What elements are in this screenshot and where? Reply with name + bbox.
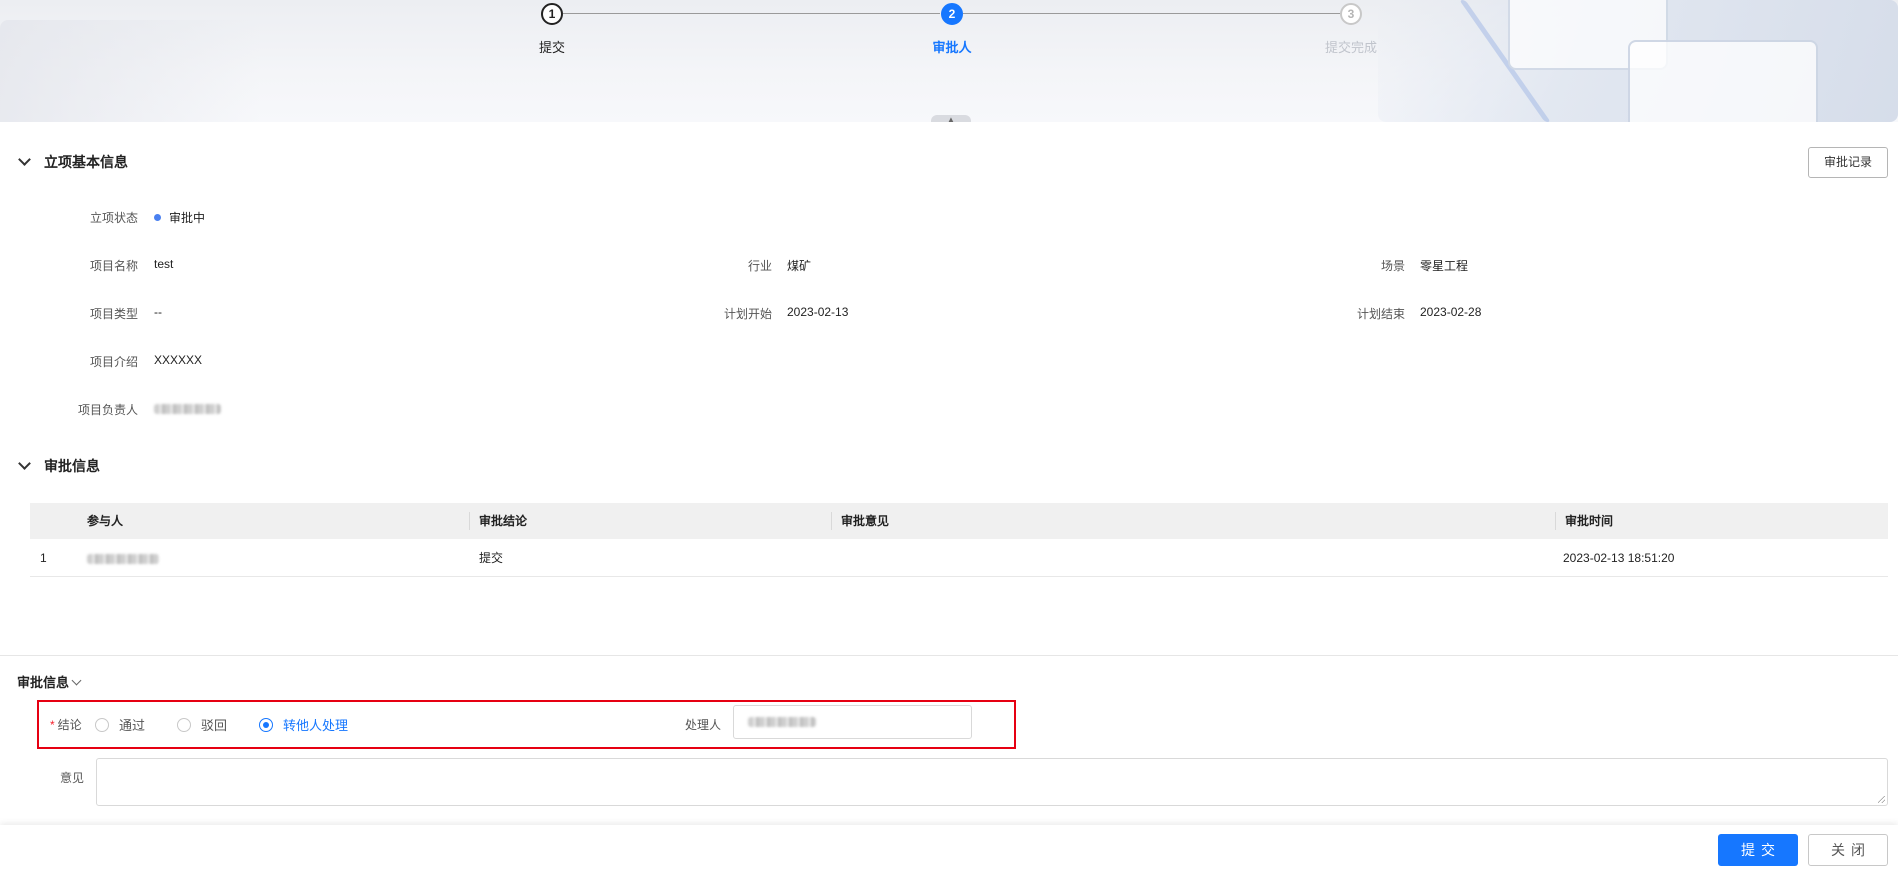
- footer-bar: [0, 825, 1898, 870]
- project-intro-label: 项目介绍: [89, 355, 138, 369]
- redacted-name: [87, 553, 159, 564]
- column-header-text: 审批意见: [841, 514, 890, 528]
- section-divider: [0, 655, 1898, 656]
- row-opinion: [831, 539, 1555, 576]
- industry-label: 行业: [747, 259, 772, 273]
- status-label: 立项状态: [89, 211, 138, 225]
- column-separator: [1555, 512, 1556, 530]
- row-participant: [87, 539, 469, 576]
- form-title: 审批信息: [17, 675, 70, 690]
- plan-end-value: 2023-02-28: [1420, 305, 1482, 319]
- step-1-indicator: 1: [541, 3, 563, 25]
- radio-transfer[interactable]: 转他人处理: [259, 715, 348, 734]
- step-2-indicator: 2: [941, 3, 963, 25]
- project-name-label: 项目名称: [89, 259, 138, 273]
- radio-reject[interactable]: 驳回: [177, 715, 227, 734]
- index-column-header: [30, 503, 87, 539]
- column-header-text: 审批时间: [1565, 514, 1614, 528]
- radio-circle[interactable]: [95, 717, 109, 732]
- required-asterisk: *: [50, 718, 55, 732]
- approval-info-section-header[interactable]: 审批信息: [17, 456, 100, 476]
- opinion-label: 意见: [60, 771, 85, 785]
- column-header-text: 审批结论: [479, 514, 528, 528]
- scene-label: 场景: [1380, 259, 1405, 273]
- project-intro-value: XXXXXX: [154, 353, 203, 367]
- table-row[interactable]: 1 提交 2023-02-13 18:51:20: [30, 539, 1888, 577]
- project-type-label: 项目类型: [89, 307, 138, 321]
- conclusion-label: * 结论: [50, 716, 82, 733]
- plan-start-value: 2023-02-13: [787, 305, 849, 319]
- close-button[interactable]: 关闭: [1808, 834, 1888, 866]
- project-name-value: test: [154, 257, 174, 271]
- column-header-time: 审批时间: [1555, 503, 1888, 539]
- table-header: 参与人 审批结论 审批意见 审批时间: [30, 503, 1888, 539]
- step-1-label: 提交: [538, 40, 565, 55]
- redacted-name: [748, 717, 816, 727]
- basic-info-section-header[interactable]: 立项基本信息: [17, 152, 128, 172]
- industry-value: 煤矿: [787, 259, 812, 273]
- radio-label: 转他人处理: [283, 718, 349, 733]
- radio-circle[interactable]: [177, 717, 191, 732]
- column-header-conclusion: 审批结论: [469, 503, 831, 539]
- radio-label: 通过: [119, 718, 146, 733]
- steps-header: 1 提交 2 审批人 3 提交完成 ▲: [0, 0, 1898, 122]
- plan-start-label: 计划开始: [723, 307, 772, 321]
- plan-end-label: 计划结束: [1356, 307, 1405, 321]
- status-value: 审批中: [154, 209, 205, 226]
- background-decoration: [1628, 40, 1818, 122]
- approval-form-header[interactable]: 审批信息: [17, 672, 82, 691]
- row-conclusion: 提交: [479, 551, 504, 565]
- submit-button[interactable]: 提交: [1718, 834, 1798, 866]
- project-owner-label: 项目负责人: [77, 403, 138, 417]
- column-separator: [831, 512, 832, 530]
- chevron-down-icon: [71, 675, 82, 686]
- status-text: 审批中: [169, 211, 206, 225]
- step-3-label: 提交完成: [1324, 40, 1377, 55]
- radio-circle[interactable]: [259, 717, 273, 732]
- step-3-indicator: 3: [1340, 3, 1362, 25]
- step-2-label: 审批人: [932, 40, 972, 55]
- step-connector: [963, 13, 1340, 14]
- approval-table: 参与人 审批结论 审批意见 审批时间 1 提交 2023-02-13 18:51…: [30, 503, 1888, 577]
- resize-handle-icon[interactable]: [1878, 796, 1885, 803]
- radio-approve[interactable]: 通过: [95, 715, 145, 734]
- column-header-opinion: 审批意见: [831, 503, 1555, 539]
- approval-record-button[interactable]: 审批记录: [1808, 147, 1888, 178]
- project-type-value: --: [154, 305, 162, 319]
- project-owner-value: [154, 403, 221, 417]
- radio-label: 驳回: [201, 718, 228, 733]
- step-connector: [563, 13, 940, 14]
- scene-value: 零星工程: [1420, 259, 1469, 273]
- column-separator: [469, 512, 470, 530]
- conclusion-label-text: 结论: [57, 718, 82, 732]
- handler-select[interactable]: [733, 705, 972, 739]
- chevron-down-icon: [18, 153, 31, 166]
- status-dot-icon: [154, 214, 161, 221]
- section-title: 审批信息: [44, 458, 100, 474]
- collapse-header-toggle[interactable]: ▲: [931, 115, 971, 122]
- redacted-name: [154, 404, 221, 414]
- chevron-down-icon: [18, 457, 31, 470]
- background-decoration: [0, 20, 260, 122]
- handler-label: 处理人: [685, 718, 722, 732]
- row-index: 1: [40, 551, 47, 565]
- row-time: 2023-02-13 18:51:20: [1563, 551, 1675, 565]
- section-title: 立项基本信息: [44, 154, 128, 170]
- column-header-participant: 参与人: [87, 514, 124, 528]
- opinion-textarea[interactable]: [96, 758, 1888, 806]
